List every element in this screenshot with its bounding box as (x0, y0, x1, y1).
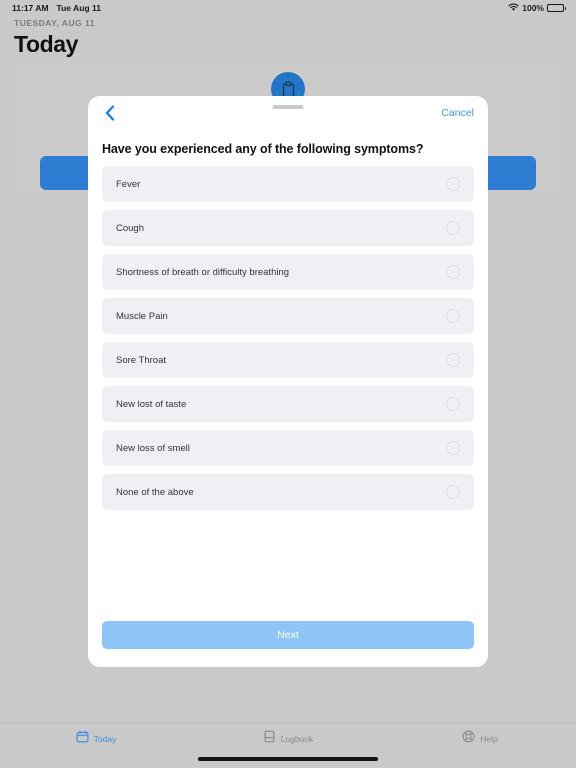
symptom-option-label: Muscle Pain (116, 310, 168, 322)
page-header: TUESDAY, AUG 11 Today (14, 18, 95, 58)
wifi-icon (508, 3, 519, 14)
battery-percent-label: 100% (522, 3, 544, 13)
symptom-list: Fever Cough Shortness of breath or diffi… (88, 166, 488, 621)
status-bar-right: 100% (508, 3, 566, 14)
symptom-option-row[interactable]: Sore Throat (102, 342, 474, 378)
tab-logbook[interactable]: Logbook (192, 730, 384, 748)
screen: 11:17 AM Tue Aug 11 100% TUESDAY, AUG 11… (0, 0, 576, 768)
book-icon (263, 730, 276, 748)
symptom-modal: Cancel Have you experienced any of the f… (88, 96, 488, 667)
drag-handle[interactable] (272, 105, 304, 109)
radio-button[interactable] (446, 221, 460, 235)
modal-topbar: Cancel (88, 96, 488, 130)
symptom-option-row[interactable]: None of the above (102, 474, 474, 510)
symptom-option-row[interactable]: Muscle Pain (102, 298, 474, 334)
tab-help-label: Help (480, 734, 498, 744)
symptom-option-label: Sore Throat (116, 354, 166, 366)
symptom-option-row[interactable]: Fever (102, 166, 474, 202)
radio-button[interactable] (446, 441, 460, 455)
tab-today-label: Today (93, 734, 117, 744)
radio-button[interactable] (446, 309, 460, 323)
symptom-option-label: None of the above (116, 486, 194, 498)
tab-bar: Today Logbook Help (0, 722, 576, 768)
tab-help[interactable]: Help (384, 730, 576, 748)
date-label: TUESDAY, AUG 11 (14, 18, 96, 28)
symptom-option-row[interactable]: Cough (102, 210, 474, 246)
symptom-option-label: New loss of smell (116, 442, 190, 454)
radio-button[interactable] (446, 397, 460, 411)
cancel-button[interactable]: Cancel (441, 107, 474, 119)
symptom-option-label: Fever (116, 178, 141, 190)
page-title: Today (14, 31, 79, 57)
question-title: Have you experienced any of the followin… (102, 142, 424, 156)
home-indicator (198, 757, 378, 761)
status-bar-left: 11:17 AM Tue Aug 11 (12, 3, 101, 13)
radio-button[interactable] (446, 485, 460, 499)
next-button[interactable]: Next (102, 621, 474, 649)
radio-button[interactable] (446, 265, 460, 279)
symptom-option-label: Cough (116, 222, 144, 234)
tab-today[interactable]: Today (0, 730, 192, 748)
radio-button[interactable] (446, 353, 460, 367)
modal-footer: Next (88, 621, 488, 667)
symptom-option-label: Shortness of breath or difficulty breath… (116, 266, 290, 278)
status-date: Tue Aug 11 (56, 3, 101, 13)
chevron-left-icon[interactable] (102, 105, 118, 121)
status-time: 11:17 AM (12, 3, 49, 13)
symptom-option-row[interactable]: New loss of smell (102, 430, 474, 466)
lifebuoy-icon (462, 730, 475, 748)
battery-icon (547, 4, 566, 12)
symptom-option-row[interactable]: New lost of taste (102, 386, 474, 422)
symptom-option-row[interactable]: Shortness of breath or difficulty breath… (102, 254, 474, 290)
calendar-icon (76, 730, 89, 748)
radio-button[interactable] (446, 177, 460, 191)
status-bar: 11:17 AM Tue Aug 11 100% (0, 0, 576, 16)
symptom-option-label: New lost of taste (116, 398, 187, 410)
tab-logbook-label: Logbook (280, 734, 314, 744)
